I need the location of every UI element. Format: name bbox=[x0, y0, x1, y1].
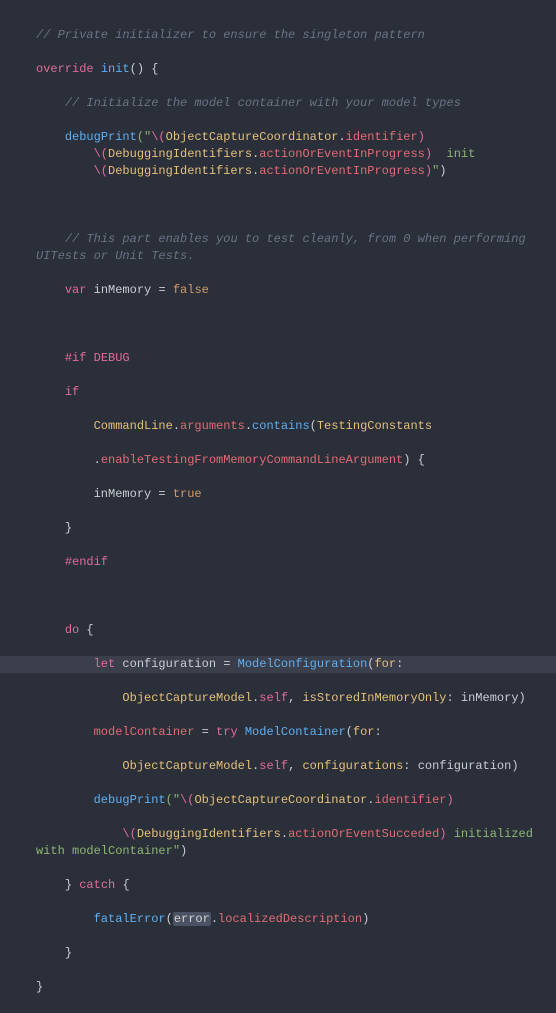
code-line bbox=[36, 197, 556, 214]
code-line: ObjectCaptureModel.self, configurations:… bbox=[36, 758, 556, 775]
preproc-if-debug: #if DEBUG bbox=[65, 351, 130, 365]
code-line: modelContainer = try ModelContainer(for: bbox=[36, 724, 556, 741]
code-line: if bbox=[36, 384, 556, 401]
fn-init: init bbox=[101, 62, 130, 76]
code-line bbox=[36, 316, 556, 333]
code-line: do { bbox=[36, 622, 556, 639]
code-line: ObjectCaptureModel.self, isStoredInMemor… bbox=[36, 690, 556, 707]
code-line: } catch { bbox=[36, 877, 556, 894]
code-line: #if DEBUG bbox=[36, 350, 556, 367]
code-line: } bbox=[36, 979, 556, 996]
comment: // This part enables you to test cleanly… bbox=[36, 232, 533, 263]
code-line: var inMemory = false bbox=[36, 282, 556, 299]
comment: // Private initializer to ensure the sin… bbox=[36, 28, 425, 42]
code-editor[interactable]: // Private initializer to ensure the sin… bbox=[0, 10, 556, 1013]
code-line: // Initialize the model container with y… bbox=[36, 95, 556, 112]
code-line: fatalError(error.localizedDescription) bbox=[36, 911, 556, 928]
code-line bbox=[36, 588, 556, 605]
preproc-endif: #endif bbox=[65, 555, 108, 569]
code-line: CommandLine.arguments.contains(TestingCo… bbox=[36, 418, 556, 435]
keyword-override: override bbox=[36, 62, 94, 76]
code-line: // Private initializer to ensure the sin… bbox=[36, 27, 556, 44]
comment: // Initialize the model container with y… bbox=[65, 96, 461, 110]
selected-token[interactable]: error bbox=[173, 912, 211, 926]
code-line: debugPrint("\(ObjectCaptureCoordinator.i… bbox=[36, 792, 556, 809]
code-line: inMemory = true bbox=[36, 486, 556, 503]
code-line: debugPrint("\(ObjectCaptureCoordinator.i… bbox=[36, 129, 556, 180]
code-line: } bbox=[36, 520, 556, 537]
code-line: .enableTestingFromMemoryCommandLineArgum… bbox=[36, 452, 556, 469]
code-line: // This part enables you to test cleanly… bbox=[36, 231, 556, 265]
code-line: \(DebuggingIdentifiers.actionOrEventSucc… bbox=[36, 826, 556, 860]
code-line-highlighted: let configuration = ModelConfiguration(f… bbox=[0, 656, 556, 673]
code-line: #endif bbox=[36, 554, 556, 571]
fn-debugprint: debugPrint bbox=[65, 130, 137, 144]
code-line: override init() { bbox=[36, 61, 556, 78]
code-line: } bbox=[36, 945, 556, 962]
